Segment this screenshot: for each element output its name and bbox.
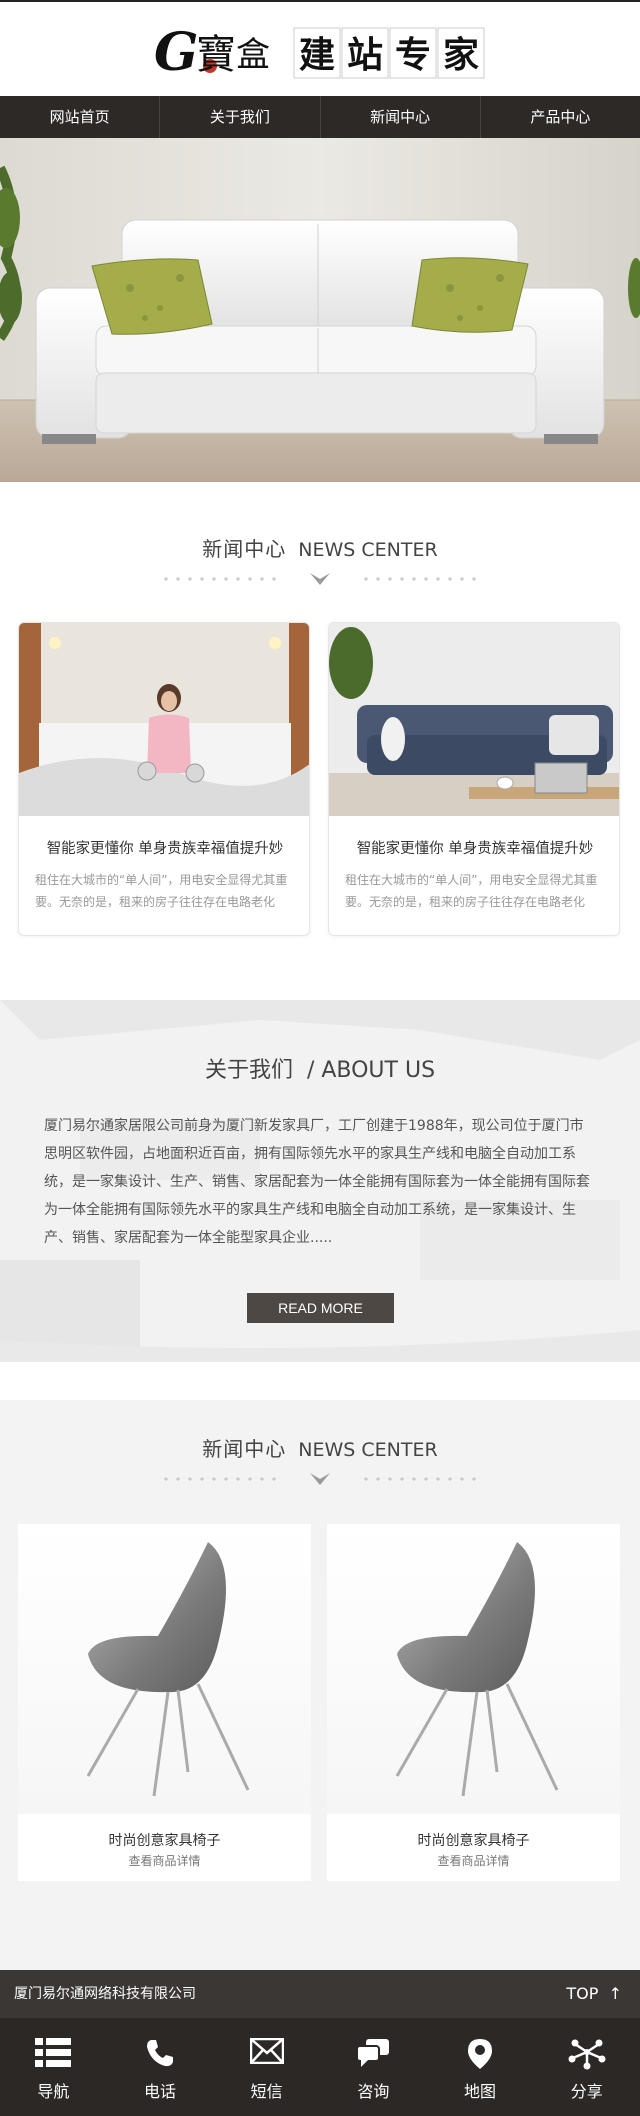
toolbar-chat-button[interactable]: 咨询: [320, 2018, 427, 2116]
nav-item-products[interactable]: 产品中心: [481, 96, 640, 138]
bottom-toolbar: 导航 电话 短信 咨询 地图 分享: [0, 2018, 640, 2116]
nav-item-home[interactable]: 网站首页: [0, 96, 161, 138]
product-card[interactable]: 时尚创意家具椅子 查看商品详情: [18, 1524, 311, 1881]
menu-icon: [35, 2038, 72, 2067]
chat-icon: [356, 2039, 390, 2067]
phone-icon: [147, 2040, 173, 2067]
hero-banner[interactable]: [0, 138, 640, 482]
section-divider-icon: [164, 1473, 476, 1485]
share-icon: [568, 2039, 606, 2070]
svg-text:盒: 盒: [236, 35, 270, 75]
toolbar-label: 咨询: [357, 2082, 390, 2101]
toolbar-label: 电话: [144, 2082, 177, 2101]
section-divider-icon: [164, 573, 476, 585]
news-card-image: [19, 623, 309, 816]
company-name: 厦门易尔通网络科技有限公司: [14, 1986, 196, 2002]
product-name[interactable]: 时尚创意家具椅子: [327, 1830, 620, 1850]
toolbar-map-button[interactable]: 地图: [427, 2018, 534, 2116]
toolbar-nav-button[interactable]: 导航: [0, 2018, 107, 2116]
main-nav: 网站首页 关于我们 新闻中心 产品中心: [0, 96, 640, 138]
product-image: [327, 1524, 620, 1814]
news-card-summary: 租住在大城市的“单人间”，用电安全显得尤其重要。无奈的是，租来的房子往往存在电路…: [345, 873, 598, 909]
about-title: 关于我们 / ABOUT US: [204, 1058, 436, 1083]
arrow-up-icon: ↑: [608, 1984, 622, 2003]
products-section-title: 新闻中心 NEWS CENTER: [0, 1433, 640, 1462]
site-logo[interactable]: G 寶 盒 建 站 专 家: [152, 22, 488, 82]
news-title-en: NEWS CENTER: [298, 539, 438, 561]
toolbar-phone-button[interactable]: 电话: [107, 2018, 214, 2116]
product-detail-link[interactable]: 查看商品详情: [327, 1852, 620, 1869]
news-card-summary: 租住在大城市的“单人间”，用电安全显得尤其重要。无奈的是，租来的房子往往存在电路…: [35, 873, 288, 909]
read-more-button[interactable]: READ MORE: [247, 1293, 394, 1323]
news-section-title: 新闻中心 NEWS CENTER: [0, 533, 640, 562]
about-section: 关于我们 / ABOUT US 厦门易尔通家居限公司前身为厦门新发家具厂，工厂创…: [0, 1000, 640, 1362]
back-to-top-button[interactable]: TOP ↑: [566, 1970, 622, 2018]
toolbar-label: 短信: [250, 2082, 283, 2101]
header: G 寶 盒 建 站 专 家: [0, 0, 640, 96]
news-title: 新闻中心: [202, 537, 287, 561]
products-title-en: NEWS CENTER: [298, 1439, 438, 1461]
news-card-image: [329, 623, 619, 816]
news-card-title[interactable]: 智能家更懂你 单身贵族幸福值提升妙: [19, 837, 309, 858]
mail-icon: [249, 2038, 284, 2064]
nav-item-about[interactable]: 关于我们: [160, 96, 321, 138]
svg-text:专: 专: [395, 35, 431, 76]
toolbar-label: 地图: [464, 2082, 497, 2101]
news-card[interactable]: 智能家更懂你 单身贵族幸福值提升妙 租住在大城市的“单人间”，用电安全显得尤其重…: [18, 622, 310, 936]
about-body-text: 厦门易尔通家居限公司前身为厦门新发家具厂，工厂创建于1988年，现公司位于厦门市…: [44, 1118, 590, 1246]
toolbar-sms-button[interactable]: 短信: [213, 2018, 320, 2116]
toolbar-label: 导航: [37, 2082, 70, 2101]
product-name[interactable]: 时尚创意家具椅子: [18, 1830, 311, 1850]
nav-item-news[interactable]: 新闻中心: [321, 96, 481, 138]
toolbar-label: 分享: [570, 2082, 603, 2101]
svg-text:建: 建: [299, 35, 335, 76]
toolbar-share-button[interactable]: 分享: [533, 2018, 640, 2116]
footer-bar: 厦门易尔通网络科技有限公司 TOP ↑: [0, 1970, 640, 2018]
product-detail-link[interactable]: 查看商品详情: [18, 1852, 311, 1869]
page: G 寶 盒 建 站 专 家 网站首页 关于我们 新闻中心 产品中心 新闻中心 N…: [0, 0, 640, 2116]
products-section: 新闻中心 NEWS CENTER 时尚创意家具椅子 查看商品详情 时尚创意家具椅…: [0, 1400, 640, 1970]
svg-text:站: 站: [347, 35, 383, 76]
svg-text:家: 家: [443, 35, 479, 76]
product-image: [18, 1524, 311, 1814]
sofa-banner-image: [0, 138, 640, 482]
products-title: 新闻中心: [202, 1437, 287, 1461]
svg-text:寶: 寶: [196, 32, 236, 78]
svg-text:G: G: [154, 22, 198, 82]
product-card[interactable]: 时尚创意家具椅子 查看商品详情: [327, 1524, 620, 1881]
news-card[interactable]: 智能家更懂你 单身贵族幸福值提升妙 租住在大城市的“单人间”，用电安全显得尤其重…: [328, 622, 620, 936]
map-pin-icon: [468, 2039, 493, 2069]
news-card-title[interactable]: 智能家更懂你 单身贵族幸福值提升妙: [329, 837, 619, 858]
